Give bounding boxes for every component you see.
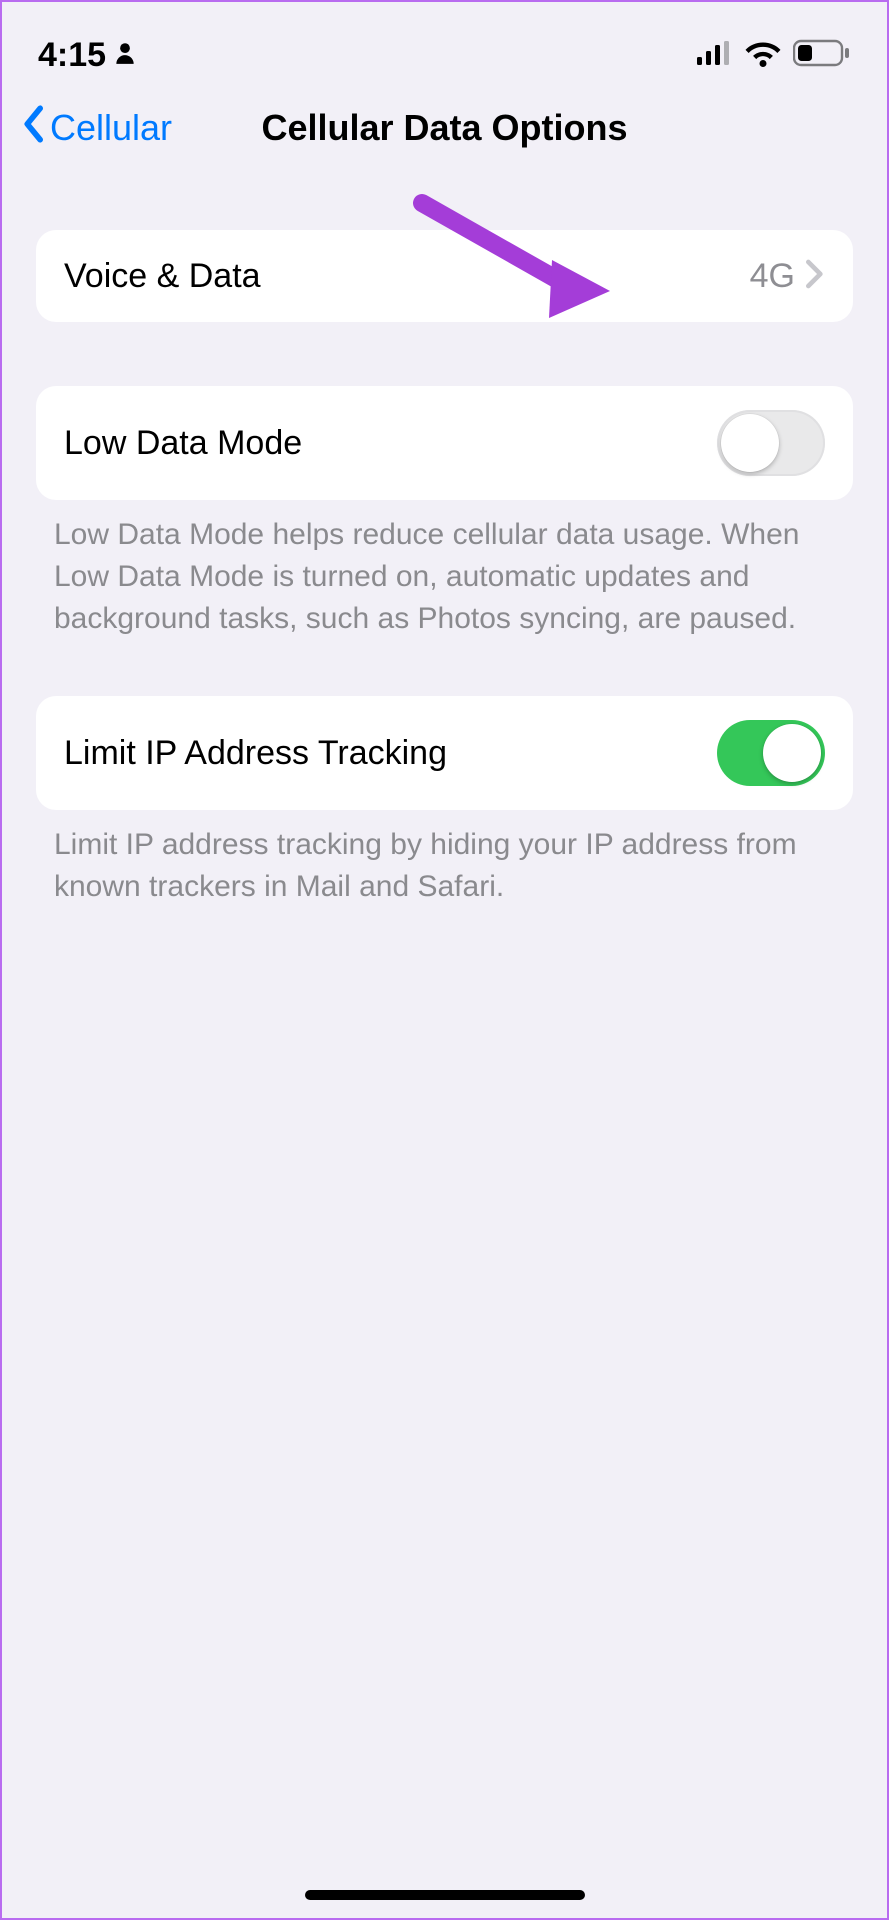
limit-ip-label: Limit IP Address Tracking (64, 734, 447, 773)
low-data-label: Low Data Mode (64, 424, 302, 463)
voice-data-row[interactable]: Voice & Data 4G (36, 230, 853, 322)
home-indicator[interactable] (305, 1890, 585, 1900)
settings-screen: 4:15 Cellular Cellular Data Options (2, 2, 887, 1918)
person-icon (112, 36, 138, 75)
wifi-icon (745, 39, 781, 72)
back-button[interactable]: Cellular (20, 104, 172, 153)
toggle-knob (763, 724, 821, 782)
status-time: 4:15 (38, 36, 106, 75)
low-data-row: Low Data Mode (36, 386, 853, 500)
voice-data-label: Voice & Data (64, 257, 261, 296)
back-label: Cellular (50, 107, 172, 149)
status-bar: 4:15 (2, 2, 887, 90)
low-data-toggle[interactable] (717, 410, 825, 476)
low-data-footer: Low Data Mode helps reduce cellular data… (2, 500, 887, 640)
toggle-knob (721, 414, 779, 472)
battery-icon (793, 39, 851, 72)
voice-data-group: Voice & Data 4G (36, 230, 853, 322)
limit-ip-row: Limit IP Address Tracking (36, 696, 853, 810)
low-data-group: Low Data Mode (36, 386, 853, 500)
nav-header: Cellular Cellular Data Options (2, 90, 887, 166)
status-right (697, 39, 851, 72)
cellular-signal-icon (697, 39, 733, 72)
voice-data-value: 4G (750, 257, 795, 296)
limit-ip-footer: Limit IP address tracking by hiding your… (2, 810, 887, 908)
limit-ip-toggle[interactable] (717, 720, 825, 786)
limit-ip-group: Limit IP Address Tracking (36, 696, 853, 810)
status-left: 4:15 (38, 36, 138, 75)
chevron-right-icon (805, 258, 825, 295)
chevron-left-icon (20, 104, 46, 153)
